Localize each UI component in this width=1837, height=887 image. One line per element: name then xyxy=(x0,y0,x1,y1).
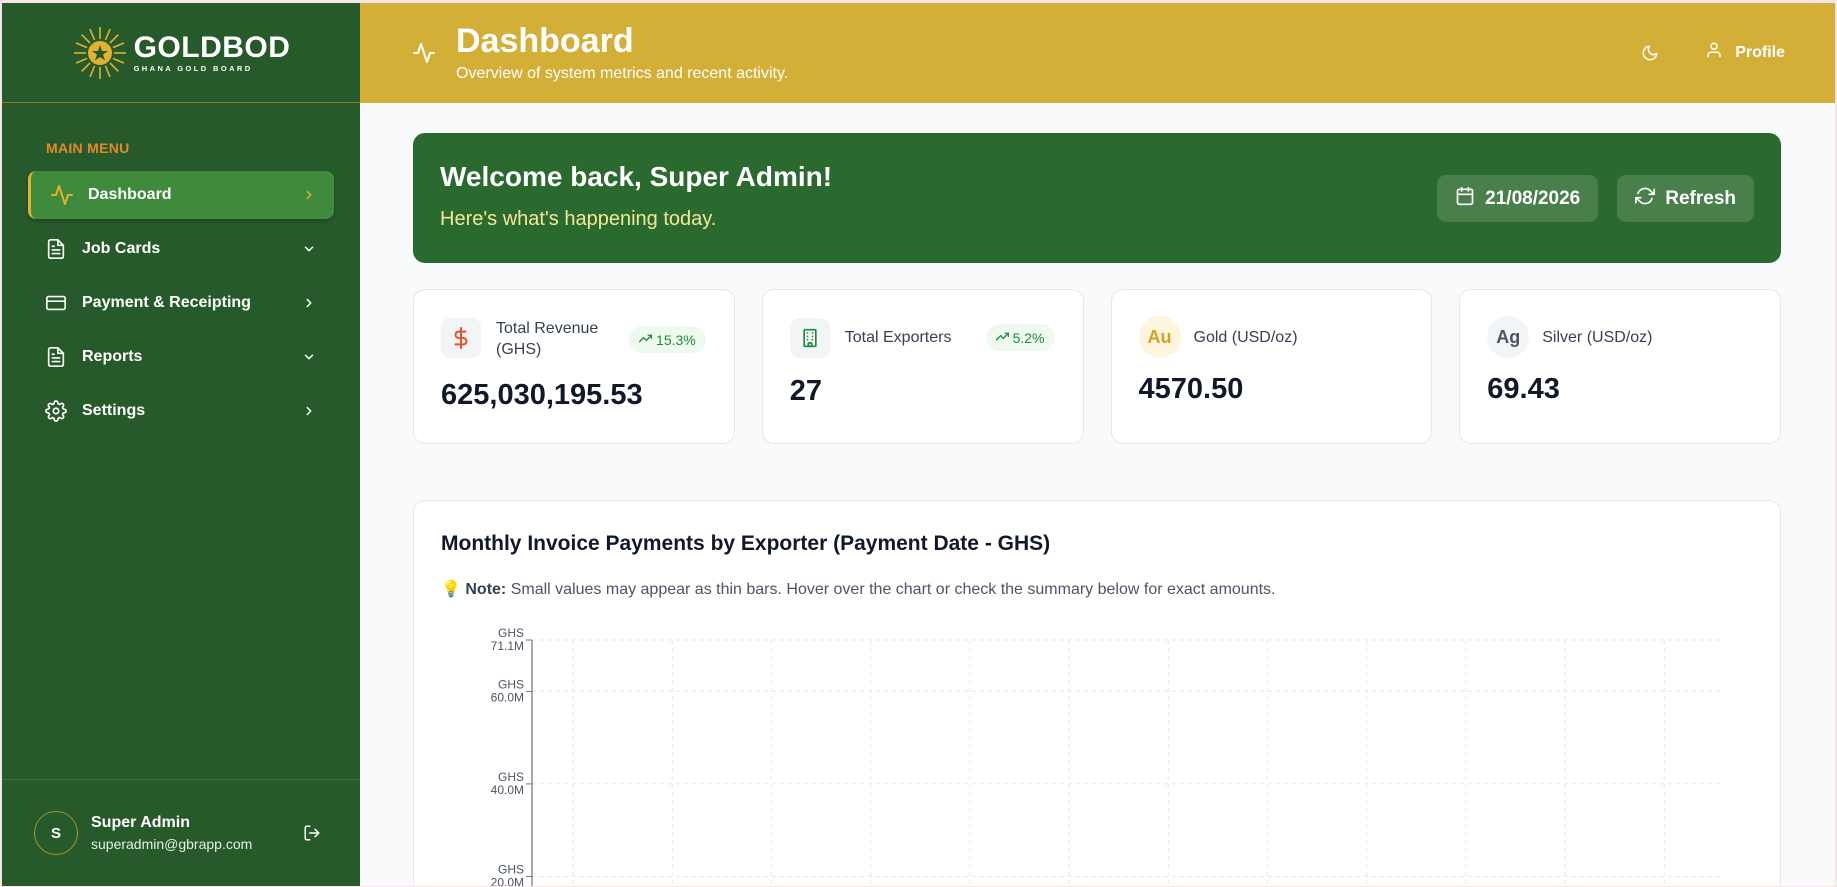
welcome-subtitle: Here's what's happening today. xyxy=(440,208,717,230)
sidebar: GOLDBOD GHANA GOLD BOARD MAIN MENU Dashb… xyxy=(2,3,360,886)
sidebar-item-label: Dashboard xyxy=(88,186,172,203)
document-icon xyxy=(44,345,68,369)
chevron-right-icon xyxy=(302,296,316,310)
trend-value: 15.3% xyxy=(656,331,696,348)
sidebar-item-label: Reports xyxy=(82,348,143,365)
avatar[interactable]: S xyxy=(34,811,78,855)
stat-label: Total Revenue (GHS) xyxy=(496,320,599,358)
gold-symbol-icon: Au xyxy=(1138,316,1181,358)
activity-icon xyxy=(50,183,74,207)
y-tick-prefix: GHS xyxy=(498,677,524,691)
trending-up-icon xyxy=(638,332,653,348)
y-tick-label: 40.0M xyxy=(491,783,524,797)
logo-sunburst-icon xyxy=(73,26,126,79)
refresh-button[interactable]: Refresh xyxy=(1617,175,1754,222)
user-email: superadmin@gbrapp.com xyxy=(91,836,253,852)
y-tick-prefix: GHS xyxy=(498,770,524,784)
document-icon xyxy=(44,237,68,261)
main-content: Welcome back, Super Admin! Here's what's… xyxy=(360,103,1835,886)
sidebar-item-label: Payment & Receipting xyxy=(82,294,251,311)
building-icon xyxy=(789,318,830,358)
sidebar-user-panel: S Super Admin superadmin@gbrapp.com xyxy=(2,779,360,886)
gear-icon xyxy=(44,399,68,423)
activity-icon xyxy=(412,41,436,65)
dollar-icon xyxy=(441,318,481,358)
sidebar-item-job-cards[interactable]: Job Cards xyxy=(28,225,334,273)
stat-value: 69.43 xyxy=(1487,373,1560,405)
brand-name: GOLDBOD xyxy=(133,30,291,64)
stat-value: 625,030,195.53 xyxy=(441,379,643,411)
app-window: GOLDBOD GHANA GOLD BOARD MAIN MENU Dashb… xyxy=(2,3,1835,886)
chevron-down-icon xyxy=(302,350,316,364)
y-tick-label: 20.0M xyxy=(491,875,524,886)
top-header: Dashboard Overview of system metrics and… xyxy=(360,3,1835,103)
calendar-icon xyxy=(1455,186,1475,212)
sidebar-nav: Dashboard Job Cards Payment & Receipting… xyxy=(28,171,334,441)
sidebar-item-label: Settings xyxy=(82,402,146,419)
y-tick-prefix: GHS xyxy=(498,862,524,876)
brand-tagline: GHANA GOLD BOARD xyxy=(133,63,253,73)
y-tick-prefix: GHS xyxy=(498,626,524,640)
stat-label: Total Exporters xyxy=(844,329,952,346)
menu-section-label: MAIN MENU xyxy=(46,140,130,156)
sidebar-item-reports[interactable]: Reports xyxy=(28,333,334,381)
stat-value: 4570.50 xyxy=(1138,373,1244,405)
stat-card-gold: Au Gold (USD/oz) 4570.50 xyxy=(1110,289,1433,444)
stat-label: Gold (USD/oz) xyxy=(1193,329,1298,346)
y-tick-label: 71.1M xyxy=(491,639,524,653)
logo[interactable]: GOLDBOD GHANA GOLD BOARD xyxy=(72,25,291,81)
bar-chart[interactable]: GHS71.1MGHS60.0MGHS40.0MGHS20.0M xyxy=(414,501,1782,886)
chevron-right-icon xyxy=(302,404,316,418)
chevron-right-icon xyxy=(302,188,316,202)
date-button[interactable]: 21/08/2026 xyxy=(1437,175,1599,222)
date-label: 21/08/2026 xyxy=(1485,187,1581,209)
credit-card-icon xyxy=(44,291,68,315)
stat-card-silver: Ag Silver (USD/oz) 69.43 xyxy=(1459,289,1781,444)
page-subtitle: Overview of system metrics and recent ac… xyxy=(456,64,789,82)
profile-label: Profile xyxy=(1735,43,1785,61)
monthly-payments-chart-card: Monthly Invoice Payments by Exporter (Pa… xyxy=(413,500,1781,886)
page-title: Dashboard xyxy=(456,22,634,61)
stat-card-revenue: Total Revenue (GHS) 15.3% 625,030,195.53 xyxy=(413,289,735,444)
refresh-label: Refresh xyxy=(1665,187,1736,209)
sidebar-item-settings[interactable]: Settings xyxy=(28,387,334,435)
trending-up-icon xyxy=(995,330,1009,346)
sidebar-item-label: Job Cards xyxy=(82,240,161,257)
trend-value: 5.2% xyxy=(1012,329,1045,346)
moon-icon[interactable] xyxy=(1639,42,1661,64)
y-tick-label: 60.0M xyxy=(491,690,524,704)
sidebar-item-payment-receipting[interactable]: Payment & Receipting xyxy=(28,279,334,327)
stat-card-exporters: Total Exporters 5.2% 27 xyxy=(761,289,1084,444)
welcome-title: Welcome back, Super Admin! xyxy=(440,161,833,192)
sidebar-item-dashboard[interactable]: Dashboard xyxy=(28,171,334,219)
user-name: Super Admin xyxy=(91,814,190,831)
stat-value: 27 xyxy=(789,375,823,407)
logo-area: GOLDBOD GHANA GOLD BOARD xyxy=(2,3,360,103)
user-icon xyxy=(1705,41,1723,64)
welcome-banner: Welcome back, Super Admin! Here's what's… xyxy=(413,133,1781,263)
stats-cards: Total Revenue (GHS) 15.3% 625,030,195.53… xyxy=(413,289,1781,444)
silver-symbol-icon: Ag xyxy=(1487,316,1530,358)
profile-button[interactable]: Profile xyxy=(1705,41,1785,64)
logout-icon[interactable] xyxy=(302,823,322,843)
trend-badge: 15.3% xyxy=(629,326,706,353)
stat-label: Silver (USD/oz) xyxy=(1542,329,1653,346)
trend-badge: 5.2% xyxy=(985,324,1055,351)
refresh-icon xyxy=(1635,186,1656,212)
chevron-down-icon xyxy=(302,242,316,256)
